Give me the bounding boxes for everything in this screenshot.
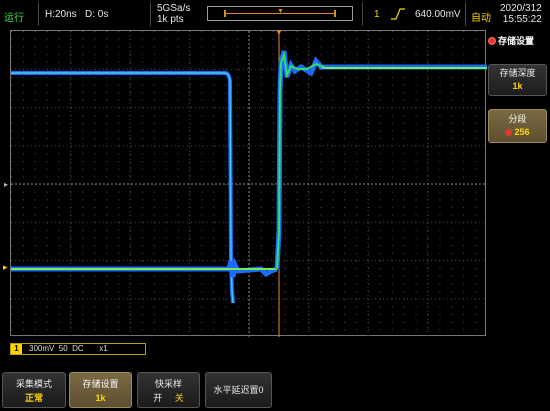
memory-points: 1k pts xyxy=(157,14,184,25)
horizontal-center-marker-icon: ▸ xyxy=(4,180,9,189)
trigger-level[interactable]: 640.00mV xyxy=(415,9,461,20)
divider xyxy=(38,2,39,26)
divider xyxy=(362,2,363,26)
memory-timeline[interactable]: ▼ xyxy=(207,6,353,21)
record-icon xyxy=(488,37,496,45)
segment-value: 256 xyxy=(514,127,530,137)
horizontal-delay-zero-button[interactable]: 水平延迟置0 xyxy=(205,372,272,408)
timeline-right-bracket xyxy=(334,10,336,17)
status-bar: 运行 H:20ns D: 0s 5GSa/s 1k pts ▼ 1 640.00… xyxy=(0,0,550,28)
date: 2020/312 xyxy=(500,3,542,14)
timeline-position-icon: ▼ xyxy=(277,8,284,15)
channel1-settings: 300mV 50 DC x1 xyxy=(29,344,108,353)
fast-acq-off: 关 xyxy=(174,393,184,403)
fast-acq-button[interactable]: 快采样 开 关 xyxy=(137,372,200,408)
time: 15:55:22 xyxy=(502,14,542,25)
storage-depth-label: 存储深度 xyxy=(499,68,536,78)
rising-edge-icon xyxy=(391,8,405,20)
trigger-position-marker-icon[interactable]: ▼ xyxy=(275,28,283,37)
horizontal-delay[interactable]: D: 0s xyxy=(85,9,108,20)
channel1-badge: 1 xyxy=(11,344,22,354)
run-state[interactable]: 运行 xyxy=(4,9,24,24)
storage-depth-value: 1k xyxy=(512,81,523,91)
trigger-source[interactable]: 1 xyxy=(374,9,380,20)
storage-settings-label: 存储设置 xyxy=(82,379,119,389)
segment-button[interactable]: 分段 256 xyxy=(488,109,547,143)
acq-mode-label: 采集模式 xyxy=(15,379,52,389)
storage-settings-button[interactable]: 存储设置 1k xyxy=(69,372,132,408)
channel1-ground-marker-icon[interactable]: ▸ xyxy=(3,262,8,273)
sample-rate: 5GSa/s xyxy=(157,3,191,14)
knob-icon xyxy=(505,129,513,136)
fast-acq-label: 快采样 xyxy=(154,379,182,389)
segment-label: 分段 xyxy=(508,114,527,124)
menu-title: 存储设置 xyxy=(488,34,550,50)
acq-mode-button[interactable]: 采集模式 正常 xyxy=(2,372,66,408)
storage-settings-value: 1k xyxy=(95,393,106,403)
divider xyxy=(465,2,466,26)
channel1-info[interactable]: 1 300mV 50 DC x1 xyxy=(10,343,146,355)
waveform-canvas xyxy=(11,31,487,337)
waveform-display[interactable] xyxy=(10,30,487,337)
horizontal-delay-zero-label: 水平延迟置0 xyxy=(213,385,264,395)
storage-depth-button[interactable]: 存储深度 1k xyxy=(488,64,547,96)
trigger-mode[interactable]: 自动 xyxy=(471,9,491,24)
acquisition-info[interactable]: 5GSa/s 1k pts xyxy=(157,3,190,25)
acq-mode-value: 正常 xyxy=(24,393,43,403)
divider xyxy=(150,2,151,26)
fast-acq-on: 开 xyxy=(153,393,163,403)
horizontal-scale[interactable]: H:20ns xyxy=(45,9,77,20)
datetime: 2020/312 15:55:22 xyxy=(500,3,542,25)
